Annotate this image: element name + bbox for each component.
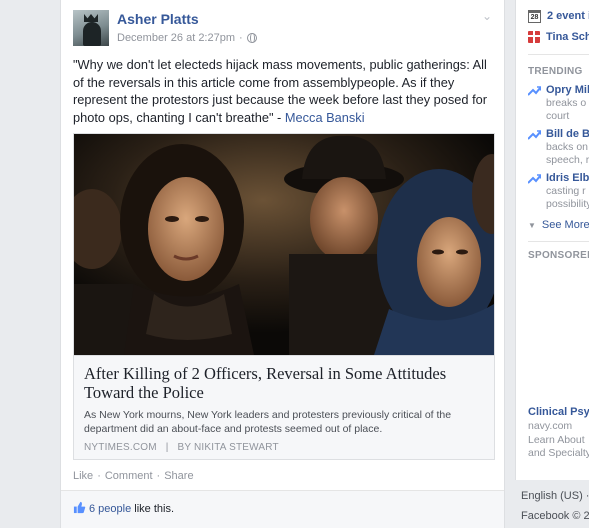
- events-reminder[interactable]: 28 2 event i: [528, 8, 589, 24]
- protest-photo: [74, 134, 494, 355]
- ad-title[interactable]: Clinical Psyc: [528, 406, 589, 418]
- birthday-reminder[interactable]: Tina Sch: [528, 29, 589, 45]
- link-source-domain: NYTIMES.COM: [84, 442, 157, 453]
- likes-summary: 6 people like this.: [61, 490, 504, 528]
- events-label[interactable]: 2 event i: [547, 10, 589, 22]
- trending-item[interactable]: Opry Mil breaks o court: [528, 84, 589, 124]
- right-sidebar: 28 2 event i Tina Sch TRENDING Opry Mil …: [515, 0, 589, 528]
- thumbs-up-icon: [73, 501, 86, 514]
- post-actions: Like · Comment · Share: [73, 470, 194, 482]
- trending-arrow-icon: [528, 130, 541, 140]
- author-avatar[interactable]: [73, 10, 109, 46]
- footer-language[interactable]: English (US) ·: [521, 490, 589, 502]
- birthday-label[interactable]: Tina Sch: [546, 31, 589, 43]
- post-caption: "Why we don't let electeds hijack mass m…: [73, 56, 493, 126]
- sponsored-heading: SPONSORED: [528, 250, 589, 261]
- see-more-chevron-icon: ▼: [528, 220, 536, 230]
- trending-description: casting r possibility: [546, 185, 589, 210]
- sidebar-divider: [528, 241, 589, 242]
- likes-text: 6 people like this.: [89, 503, 174, 515]
- meta-separator: ·: [239, 32, 243, 44]
- trending-arrow-icon: [528, 174, 541, 184]
- link-preview-image[interactable]: [74, 134, 494, 355]
- likes-suffix: like this.: [131, 503, 175, 515]
- globe-icon[interactable]: [246, 33, 257, 43]
- trending-title[interactable]: Opry Mil: [546, 84, 589, 96]
- link-source-separator: |: [165, 442, 169, 453]
- trending-title[interactable]: Bill de B: [546, 128, 589, 140]
- like-link[interactable]: Like: [73, 470, 93, 482]
- avatar-crown-shape: [84, 14, 98, 22]
- post-meta: December 26 at 2:27pm ·: [117, 32, 257, 44]
- see-more-label[interactable]: See More: [542, 219, 589, 231]
- post-timestamp[interactable]: December 26 at 2:27pm: [117, 32, 235, 44]
- gift-icon: [528, 31, 540, 43]
- trending-arrow-icon: [528, 86, 541, 96]
- link-title[interactable]: After Killing of 2 Officers, Reversal in…: [84, 364, 484, 402]
- likes-count-link[interactable]: 6 people: [89, 503, 131, 515]
- trending-description: backs on speech, r: [546, 141, 589, 166]
- avatar-figure-shape: [83, 22, 101, 46]
- sidebar-divider: [528, 54, 589, 55]
- caption-text: "Why we don't let electeds hijack mass m…: [73, 57, 488, 125]
- trending-item[interactable]: Bill de B backs on speech, r: [528, 128, 589, 168]
- action-dot-2: ·: [156, 470, 161, 482]
- author-name[interactable]: Asher Platts: [117, 11, 199, 27]
- news-feed-post: Asher Platts December 26 at 2:27pm · ⌄ "…: [60, 0, 505, 528]
- caption-source-link[interactable]: Mecca Banski: [285, 110, 365, 125]
- calendar-icon: 28: [528, 9, 541, 23]
- ad-domain[interactable]: navy.com: [528, 420, 572, 432]
- trending-description: breaks o court: [546, 97, 587, 122]
- trending-item[interactable]: Idris Elb casting r possibility: [528, 172, 589, 212]
- link-byline: BY NIKITA STEWART: [177, 442, 279, 453]
- comment-link[interactable]: Comment: [105, 470, 153, 482]
- footer-copyright: Facebook © 2: [521, 510, 589, 522]
- ad-body: Learn About and Specialty: [528, 434, 589, 459]
- link-source-line: NYTIMES.COM | BY NIKITA STEWART: [84, 442, 279, 453]
- see-more-trending[interactable]: ▼ See More: [528, 219, 589, 231]
- link-description: As New York mourns, New York leaders and…: [84, 409, 452, 435]
- post-options-chevron-down-icon[interactable]: ⌄: [482, 10, 494, 22]
- link-preview-text[interactable]: After Killing of 2 Officers, Reversal in…: [74, 355, 494, 459]
- right-sidebar-card: 28 2 event i Tina Sch TRENDING Opry Mil …: [515, 0, 589, 480]
- trending-heading: TRENDING: [528, 66, 583, 77]
- trending-title[interactable]: Idris Elb: [546, 172, 589, 184]
- share-link[interactable]: Share: [164, 470, 193, 482]
- link-preview-card[interactable]: After Killing of 2 Officers, Reversal in…: [73, 133, 495, 460]
- action-dot-1: ·: [97, 470, 101, 482]
